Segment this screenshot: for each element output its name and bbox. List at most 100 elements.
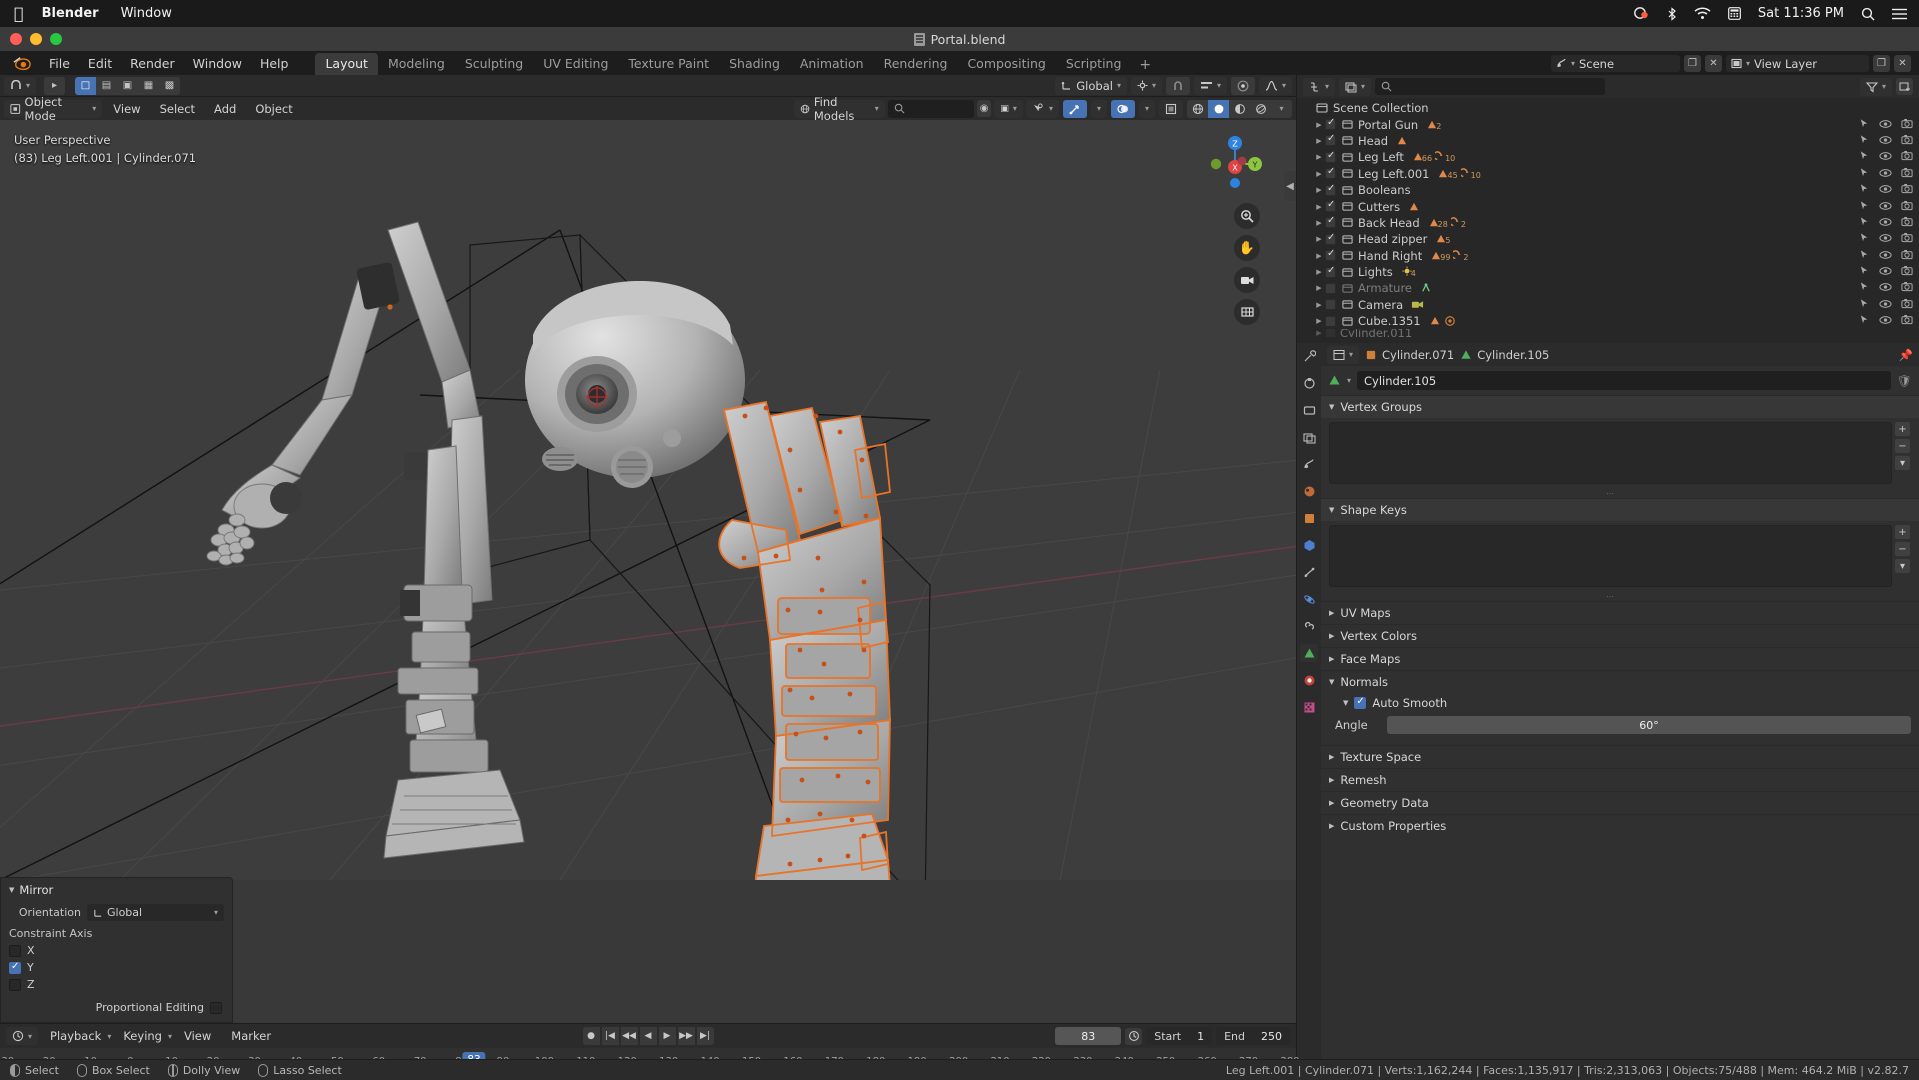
selectable-icon[interactable] (1859, 150, 1870, 164)
gizmo-options-selector[interactable]: ▾ (1090, 99, 1107, 118)
falloff-selector[interactable]: ▾ (1258, 76, 1292, 95)
auto-smooth-checkbox[interactable] (1354, 696, 1367, 709)
outliner-search-input[interactable] (1375, 78, 1606, 95)
xray-toggle-button[interactable] (1159, 99, 1183, 118)
outliner-badge-modifier[interactable]: 2 (1453, 249, 1469, 262)
proportional-editing-row[interactable]: Proportional Editing (1, 999, 232, 1016)
blender-logo-icon[interactable] (12, 55, 32, 73)
tweak-tool-button[interactable]: ▸ (44, 76, 66, 95)
viewport-3d-canvas[interactable] (0, 120, 1296, 880)
constraint-axis-x-row[interactable]: X (1, 942, 232, 959)
menu-help[interactable]: Help (251, 54, 298, 73)
pin-icon[interactable]: 📌 (1899, 348, 1913, 362)
apple-menu-icon[interactable]:  (14, 5, 24, 22)
shape-keys-resize-grip[interactable]: ⋯ (1329, 591, 1892, 601)
outliner-row-scene-collection[interactable]: Scene Collection (1297, 100, 1919, 116)
selectable-icon[interactable] (1859, 200, 1870, 214)
rendered-shading-button[interactable] (1250, 99, 1271, 118)
outliner-row-checkbox[interactable] (1325, 282, 1336, 294)
orientation-select[interactable]: Global ▾ (87, 904, 224, 921)
outliner-row-checkbox[interactable] (1325, 183, 1336, 196)
model-display-selector[interactable]: ▣ ▾ (994, 99, 1023, 118)
new-view-layer-button[interactable]: ❐ (1873, 55, 1890, 72)
hide-in-viewport-icon[interactable] (1879, 232, 1892, 246)
zoom-icon[interactable] (1234, 203, 1260, 229)
outliner-row[interactable]: ▶ Leg Left 6610 (1297, 149, 1919, 165)
panel-header-vertex-groups[interactable]: ▼ Vertex Groups (1321, 395, 1919, 418)
hide-in-viewport-icon[interactable] (1879, 298, 1892, 312)
selectable-icon[interactable] (1859, 232, 1870, 246)
outliner-row[interactable]: ▶ Portal Gun 2 (1297, 116, 1919, 132)
outliner-row[interactable]: ▶ Cylinder.011 (1297, 329, 1919, 338)
panel-header-geometry-data[interactable]: ▶ Geometry Data (1321, 791, 1919, 814)
tab-uv-editing[interactable]: UV Editing (533, 53, 618, 75)
outliner-row[interactable]: ▶ Hand Right 992 (1297, 248, 1919, 264)
outliner-badge-mesh[interactable]: 45 (1437, 168, 1458, 180)
panel-header-uv-maps[interactable]: ▶ UV Maps (1321, 601, 1919, 624)
hide-in-viewport-icon[interactable] (1879, 183, 1892, 197)
transform-orientation-selector[interactable]: Global ▾ (1055, 76, 1127, 95)
hide-in-viewport-icon[interactable] (1879, 150, 1892, 164)
menu-render[interactable]: Render (121, 54, 184, 73)
outliner-row-checkbox[interactable] (1325, 232, 1336, 245)
editor-type-selector[interactable]: ▾ (6, 1027, 39, 1045)
tab-layout[interactable]: Layout (315, 53, 378, 75)
selectable-icon[interactable] (1859, 167, 1870, 181)
outliner-row[interactable]: ▶ Head (1297, 133, 1919, 149)
select-new-button[interactable]: □ (75, 76, 97, 95)
remove-view-layer-button[interactable]: ✕ (1894, 55, 1911, 72)
outliner-row-checkbox[interactable] (1325, 265, 1336, 278)
play-button[interactable]: ▶ (658, 1027, 676, 1045)
outliner-row[interactable]: ▶ Booleans (1297, 182, 1919, 198)
outliner-row-checkbox[interactable] (1325, 315, 1336, 327)
disclosure-triangle[interactable]: ▶ (1313, 317, 1325, 325)
tab-view-layer[interactable] (1300, 428, 1318, 446)
select-subtract-button[interactable]: ▣ (117, 76, 139, 95)
tab-output[interactable] (1300, 401, 1318, 419)
remove-scene-button[interactable]: ✕ (1704, 55, 1722, 72)
disclosure-triangle[interactable]: ▶ (1313, 153, 1325, 161)
viewport-menu-select[interactable]: Select (152, 102, 203, 116)
hide-in-viewport-icon[interactable] (1879, 281, 1892, 295)
disable-in-renders-icon[interactable] (1901, 232, 1913, 246)
remove-vertex-group-button[interactable]: − (1895, 439, 1910, 453)
outliner-row[interactable]: ▶ Camera (1297, 297, 1919, 313)
outliner-badge-material[interactable] (1444, 315, 1456, 327)
menu-window[interactable]: Window (184, 54, 251, 73)
hide-in-viewport-icon[interactable] (1879, 216, 1892, 230)
tab-physics[interactable] (1300, 590, 1318, 608)
new-scene-button[interactable]: ❐ (1683, 55, 1701, 72)
tab-object[interactable] (1300, 509, 1318, 527)
outliner-row-checkbox[interactable] (1325, 299, 1336, 311)
snapping-mode-selector[interactable]: ▾ (4, 76, 37, 95)
shading-options-selector[interactable]: ▾ (1271, 99, 1292, 118)
outliner-tree[interactable]: Scene Collection ▶ Portal Gun 2 ▶ Head ▶ Leg Le… (1297, 98, 1919, 343)
tab-rendering[interactable]: Rendering (874, 53, 958, 75)
outliner-row-checkbox[interactable] (1325, 117, 1336, 131)
tab-modeling[interactable]: Modeling (378, 53, 455, 75)
timeline-menu-marker[interactable]: Marker (223, 1029, 279, 1043)
outliner-badge-mesh[interactable]: 5 (1435, 233, 1450, 245)
selectable-icon[interactable] (1859, 118, 1870, 132)
calculator-icon[interactable] (1727, 7, 1741, 20)
disclosure-triangle[interactable]: ▶ (1313, 219, 1325, 227)
panel-header-custom-properties[interactable]: ▶ Custom Properties (1321, 814, 1919, 837)
tab-texture-paint[interactable]: Texture Paint (618, 53, 719, 75)
navigation-gizmo[interactable]: Z X Y (1204, 131, 1266, 193)
constraint-axis-y-row[interactable]: Y (1, 959, 232, 976)
disable-in-renders-icon[interactable] (1901, 281, 1913, 295)
outliner-row[interactable]: ▶ Cutters (1297, 198, 1919, 214)
tab-texture[interactable] (1300, 698, 1318, 716)
control-center-icon[interactable] (1633, 7, 1650, 20)
control-center-list-icon[interactable] (1892, 8, 1907, 20)
selectable-icon[interactable] (1859, 298, 1870, 312)
camera-view-icon[interactable] (1234, 267, 1260, 293)
timeline-menu-view[interactable]: View (176, 1029, 219, 1043)
solid-shading-button[interactable] (1208, 99, 1229, 118)
tab-compositing[interactable]: Compositing (957, 53, 1055, 75)
outliner-editor-type-selector[interactable]: ▾ (1303, 77, 1336, 96)
tab-scene[interactable] (1300, 455, 1318, 473)
wireframe-shading-button[interactable] (1187, 99, 1208, 118)
selectable-icon[interactable] (1859, 183, 1870, 197)
add-workspace-button[interactable]: + (1131, 55, 1159, 75)
